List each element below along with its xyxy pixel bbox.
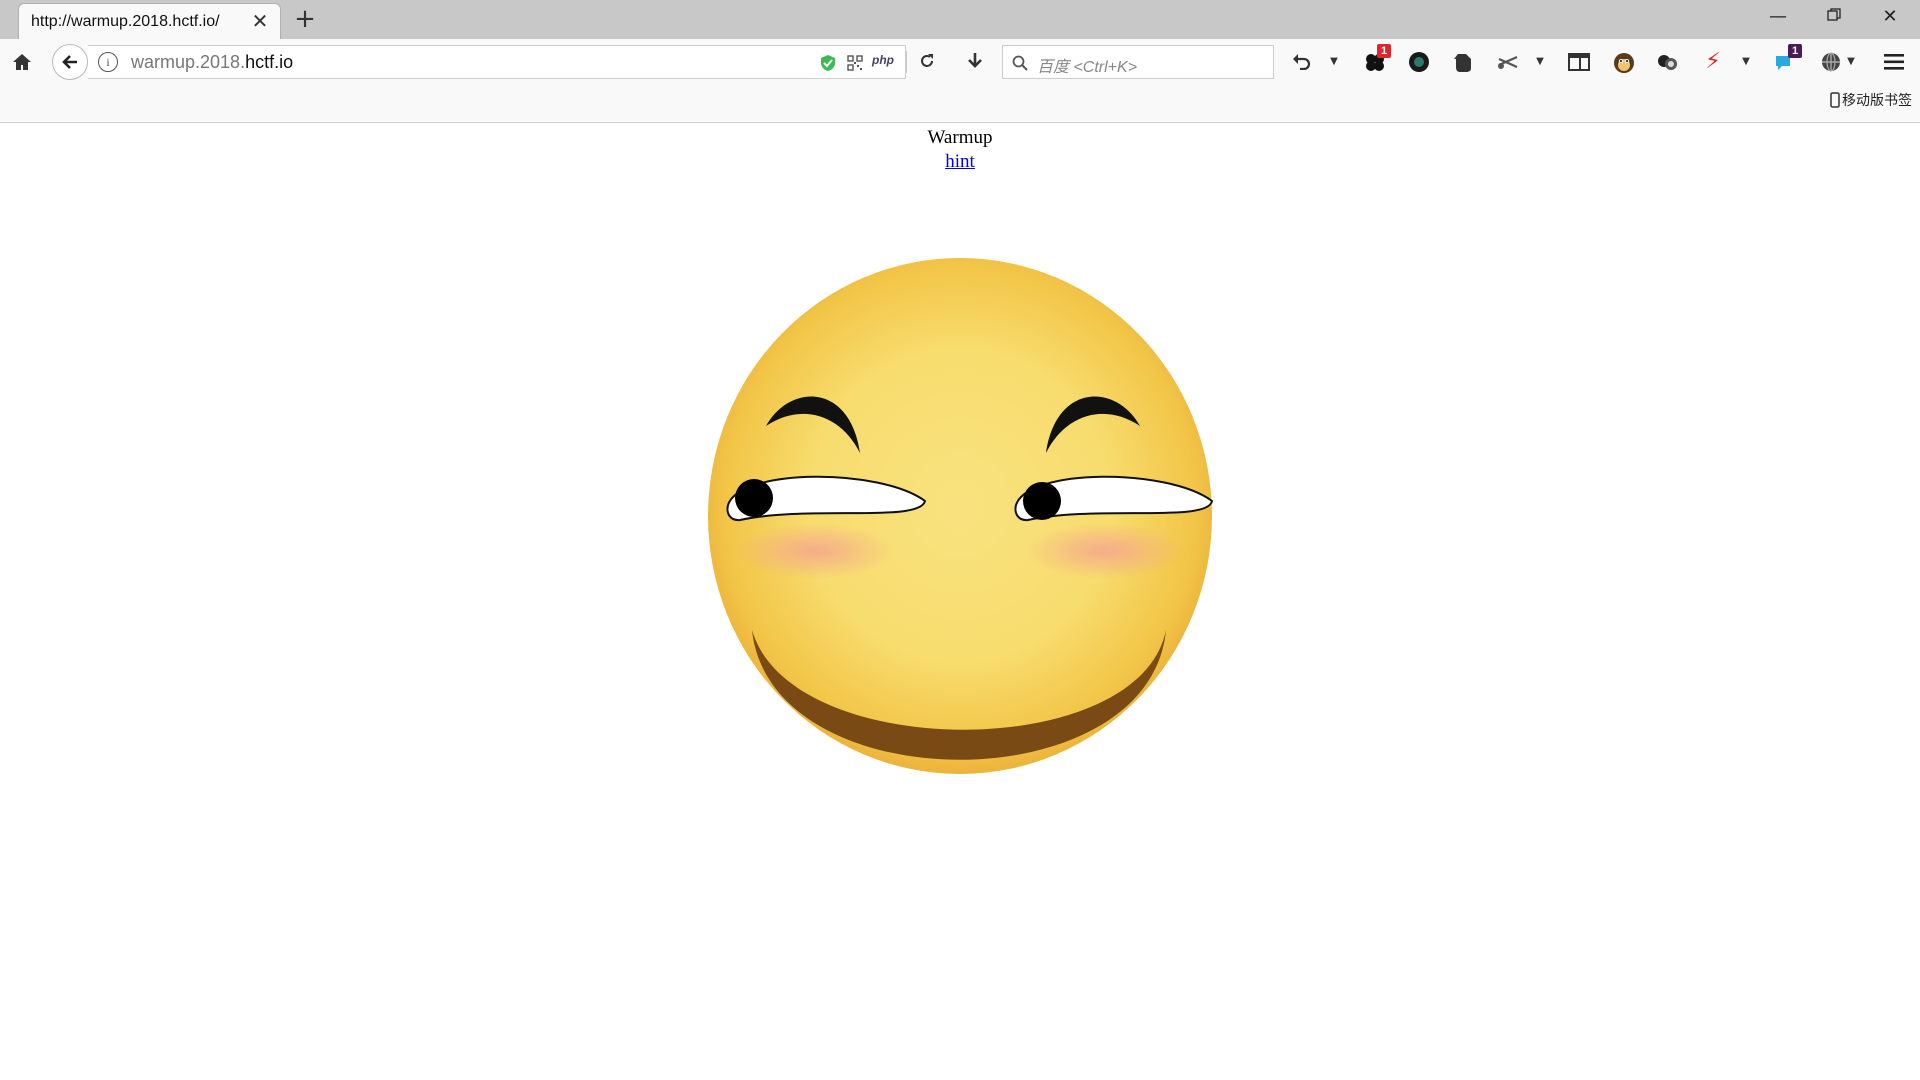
mobile-bookmarks-label: 移动版书签 [1842,93,1912,109]
tab-title: http://warmup.2018.hctf.io/ [31,13,220,30]
globe-icon[interactable] [1818,49,1846,75]
pair-circles-icon[interactable] [1654,49,1680,75]
url-bar[interactable]: i warmup.2018.hctf.io php [88,45,907,79]
red-character-icon[interactable]: ⚡ [1700,47,1726,75]
site-info-icon[interactable]: i [98,52,118,72]
smiley-face-icon [708,258,1214,774]
extension-badge: 1 [1377,44,1391,58]
back-button[interactable] [52,44,88,80]
url-host-prefix: warmup.2018. [131,52,246,72]
chevron-down-icon[interactable]: ▼ [1326,51,1342,71]
message-badge: 1 [1788,44,1802,58]
camera-lens-icon[interactable] [1406,49,1432,75]
chevron-down-icon[interactable]: ▼ [1844,51,1858,71]
minimize-icon[interactable]: — [1750,0,1806,34]
chevron-down-icon[interactable]: ▼ [1738,51,1754,71]
mobile-bookmarks[interactable]: 移动版书签 [1830,90,1912,110]
page-title: Warmup [927,127,993,148]
hint-link[interactable]: hint [945,151,975,172]
close-tab-icon[interactable]: ✕ [250,10,270,32]
hint-link-row: hint [0,151,1920,173]
qr-code-icon[interactable] [845,53,865,73]
sidebar-icon[interactable] [1566,49,1592,75]
url-host-main: hctf.io [245,52,294,72]
php-icon[interactable]: php [872,53,894,67]
search-icon [1011,54,1029,72]
download-icon[interactable] [963,49,987,73]
nav-bar: i warmup.2018.hctf.io php 百度 <Ctrl+K> ▼ … [0,39,1920,123]
undo-close-tab-icon[interactable] [1288,49,1314,73]
restore-icon[interactable] [1806,0,1862,34]
tab-strip: http://warmup.2018.hctf.io/ ✕ + — ✕ [0,0,1920,39]
monkey-icon[interactable] [1610,48,1638,76]
search-placeholder: 百度 <Ctrl+K> [1037,59,1138,76]
tab-active[interactable]: http://warmup.2018.hctf.io/ ✕ [18,3,281,39]
chevron-down-icon[interactable]: ▼ [1532,51,1548,71]
mobile-phone-icon [1830,92,1840,108]
search-bar[interactable]: 百度 <Ctrl+K> [1002,45,1274,79]
smiley-image [690,243,1230,787]
close-window-icon[interactable]: ✕ [1862,0,1918,34]
reload-icon[interactable] [915,49,939,73]
url-text[interactable]: warmup.2018.hctf.io [131,52,293,73]
url-separator [906,51,907,73]
back-arrow-icon [62,55,77,69]
home-icon[interactable] [8,47,36,77]
menu-hamburger-icon[interactable] [1880,49,1908,75]
new-tab-icon[interactable]: + [292,5,318,33]
evernote-icon[interactable] [1450,49,1476,75]
page-content: Warmup hint [0,123,1920,1080]
screenshot-scissors-icon[interactable] [1494,49,1522,75]
shield-icon[interactable] [819,53,837,73]
